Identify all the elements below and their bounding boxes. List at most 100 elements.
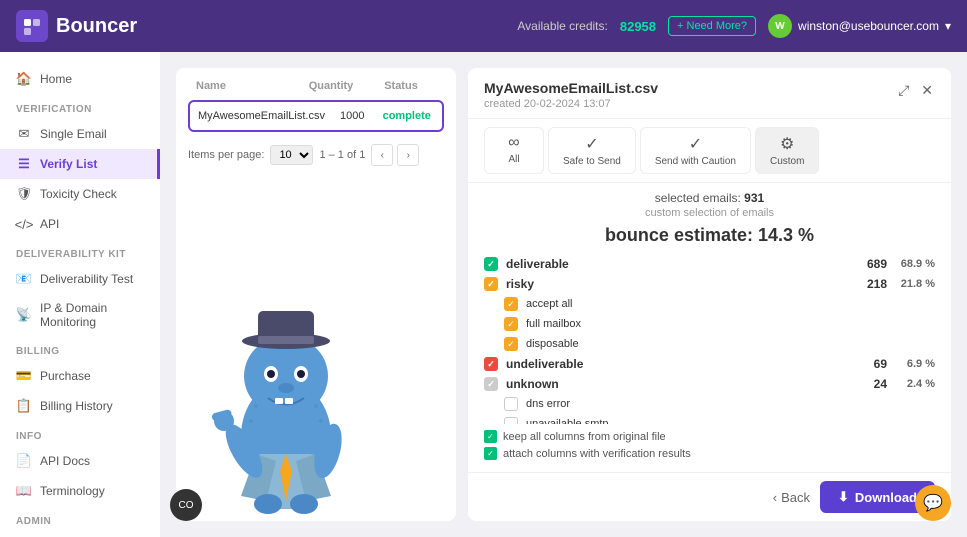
monster-svg <box>196 306 376 516</box>
category-row-unavailable-smtp[interactable]: unavailable smtp <box>484 414 935 424</box>
sidebar-item-api[interactable]: </>API <box>0 209 160 239</box>
sidebar-item-label: Home <box>40 72 72 86</box>
topbar: Bouncer Available credits: 82958 + Need … <box>0 0 967 52</box>
topbar-right: Available credits: 82958 + Need More? W … <box>517 14 951 38</box>
sidebar-item-label: IP & Domain Monitoring <box>40 301 144 329</box>
filter-tab-send-with-caution[interactable]: ✓ Send with Caution <box>640 127 751 174</box>
download-label: Download <box>855 490 917 505</box>
user-area: W winston@usebouncer.com ▾ <box>768 14 951 38</box>
filter-tab-icon: ✓ <box>689 134 702 154</box>
list-icon: ☰ <box>16 156 32 172</box>
category-checkbox[interactable] <box>504 417 518 424</box>
sidebar-item-purchase[interactable]: 💳Purchase <box>0 361 160 391</box>
category-row-undeliverable[interactable]: ✓undeliverable696.9 % <box>484 354 935 374</box>
bounce-estimate: bounce estimate: 14.3 % <box>484 225 935 246</box>
category-name: deliverable <box>506 257 849 271</box>
category-checkbox[interactable]: ✓ <box>504 317 518 331</box>
back-label: Back <box>781 490 810 505</box>
purchase-icon: 💳 <box>16 368 32 384</box>
page-nav: ‹ › <box>371 144 419 166</box>
sidebar-item-label: Billing History <box>40 399 113 413</box>
options-area: ✓keep all columns from original file✓att… <box>468 424 951 472</box>
category-row-accept-all[interactable]: ✓accept all <box>484 294 935 314</box>
option-row[interactable]: ✓keep all columns from original file <box>484 430 935 443</box>
option-row[interactable]: ✓ attach columns with verification result… <box>484 447 935 460</box>
custom-selection-label: custom selection of emails <box>484 207 935 219</box>
category-checkbox[interactable]: ✓ <box>484 277 498 291</box>
sidebar-item-single-email[interactable]: ✉Single Email <box>0 119 160 149</box>
next-page-button[interactable]: › <box>397 144 419 166</box>
category-checkbox[interactable]: ✓ <box>484 377 498 391</box>
need-more-button[interactable]: + Need More? <box>668 16 756 36</box>
category-row-dns-error[interactable]: dns error <box>484 394 935 414</box>
category-pct: 21.8 % <box>895 278 935 290</box>
sidebar-item-admin-area[interactable]: 👤Admin Area <box>0 531 160 537</box>
filter-tab-icon: ∞ <box>508 134 519 152</box>
category-name: undeliverable <box>506 357 849 371</box>
filter-tab-safe-to-send[interactable]: ✓Safe to Send <box>548 127 636 174</box>
back-button[interactable]: ‹ Back <box>773 490 810 505</box>
category-checkbox[interactable]: ✓ <box>504 297 518 311</box>
category-row-unknown[interactable]: ✓unknown242.4 % <box>484 374 935 394</box>
sidebar-item-toxicity-check[interactable]: 🛡Toxicity Check <box>0 179 160 209</box>
filter-tab-icon: ✓ <box>585 134 598 154</box>
detail-created: created 20-02-2024 13:07 <box>484 98 658 110</box>
user-dropdown-icon[interactable]: ▾ <box>945 19 951 33</box>
col-header-name: Name <box>196 80 296 92</box>
sidebar-item-verify-list[interactable]: ☰Verify List <box>0 149 160 179</box>
monster-illustration <box>196 306 376 521</box>
user-email: winston@usebouncer.com <box>798 19 939 33</box>
sidebar-item-terminology[interactable]: 📖Terminology <box>0 476 160 506</box>
col-header-status: Status <box>366 80 436 92</box>
sidebar-item-billing-history[interactable]: 📋Billing History <box>0 391 160 421</box>
support-icon[interactable]: CO <box>170 489 202 521</box>
close-button[interactable]: ✕ <box>919 80 935 101</box>
credits-value: 82958 <box>620 19 656 34</box>
category-pct: 68.9 % <box>895 258 935 270</box>
category-count: 218 <box>857 277 887 291</box>
sidebar-item-home[interactable]: 🏠Home <box>0 64 160 94</box>
category-row-disposable[interactable]: ✓disposable <box>484 334 935 354</box>
expand-button[interactable]: ⤢ <box>896 80 911 101</box>
sidebar-item-api-docs[interactable]: 📄API Docs <box>0 446 160 476</box>
option-checkbox[interactable]: ✓ <box>484 447 497 460</box>
sidebar-section-label: ADMIN <box>0 506 160 531</box>
logo-area: Bouncer <box>16 10 137 42</box>
per-page-select[interactable]: 10 25 50 <box>270 145 313 165</box>
monitor-icon: 📡 <box>16 307 32 323</box>
category-checkbox[interactable]: ✓ <box>484 357 498 371</box>
option-label: attach columns with verification results <box>503 448 691 460</box>
sidebar-item-label: Deliverability Test <box>40 272 133 286</box>
items-per-page-label: Items per page: <box>188 149 264 161</box>
sidebar-item-label: Single Email <box>40 127 107 141</box>
category-row-deliverable[interactable]: ✓deliverable68968.9 % <box>484 254 935 274</box>
category-checkbox[interactable] <box>504 397 518 411</box>
filter-tab-all[interactable]: ∞All <box>484 127 544 174</box>
category-checkbox[interactable]: ✓ <box>484 257 498 271</box>
download-icon: ⬇ <box>838 489 849 505</box>
chat-button[interactable]: 💬 <box>915 485 951 521</box>
option-checkbox[interactable]: ✓ <box>484 430 497 443</box>
filter-tab-custom[interactable]: ⚙Custom <box>755 127 819 174</box>
category-pct: 6.9 % <box>895 358 935 370</box>
prev-page-button[interactable]: ‹ <box>371 144 393 166</box>
category-row-full-mailbox[interactable]: ✓ full mailbox <box>484 314 935 334</box>
main-layout: 🏠HomeVERIFICATION✉Single Email☰Verify Li… <box>0 52 967 537</box>
selected-label: selected emails: <box>655 191 741 205</box>
bounce-label: bounce estimate: <box>605 225 753 245</box>
detail-header: MyAwesomeEmailList.csv created 20-02-202… <box>468 68 951 119</box>
file-row[interactable]: MyAwesomeEmailList.csv 1000 complete <box>188 100 444 132</box>
sidebar-item-label: Terminology <box>40 484 105 498</box>
category-row-risky[interactable]: ✓risky21821.8 % <box>484 274 935 294</box>
sidebar-item-ip-&-domain-monitoring[interactable]: 📡 IP & Domain Monitoring <box>0 294 160 336</box>
content-area: Name Quantity Status MyAwesomeEmailList.… <box>160 52 967 537</box>
sidebar-item-deliverability-test[interactable]: 📧Deliverability Test <box>0 264 160 294</box>
filter-tab-label: Send with Caution <box>655 156 736 167</box>
pagination-area: Items per page: 10 25 50 1 – 1 of 1 ‹ › <box>188 144 444 166</box>
category-name: full mailbox <box>526 318 935 330</box>
app-title: Bouncer <box>56 15 137 38</box>
user-avatar: W <box>768 14 792 38</box>
category-checkbox[interactable]: ✓ <box>504 337 518 351</box>
sidebar-section-label: DELIVERABILITY KIT <box>0 239 160 264</box>
categories: ✓deliverable68968.9 %✓risky21821.8 %✓acc… <box>468 250 951 424</box>
